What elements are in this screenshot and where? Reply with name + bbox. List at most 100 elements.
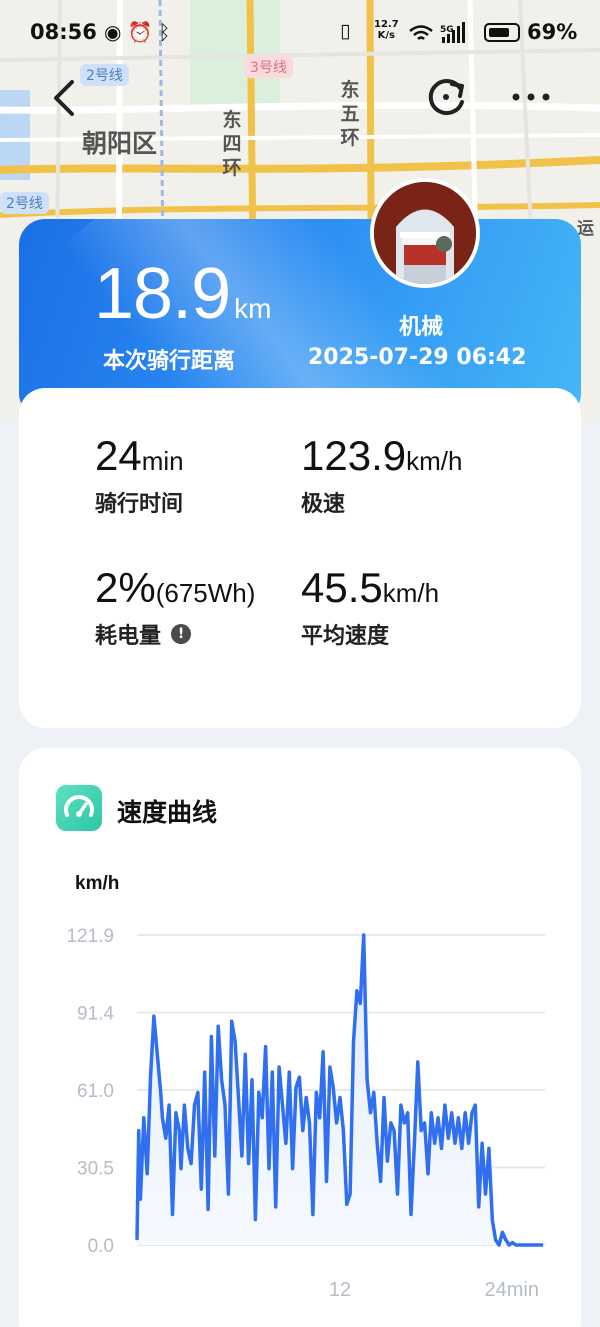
chart-data-point (194, 1104, 195, 1106)
chart-data-point (217, 1025, 219, 1027)
chart-data-point (397, 1193, 398, 1195)
chart-data-point (322, 1051, 324, 1053)
refresh-button[interactable] (424, 74, 470, 120)
map-metro-sign: 2号线 (0, 192, 49, 214)
chart-data-point (288, 1071, 290, 1073)
chart-data-point (380, 1180, 382, 1182)
battery-percent: 69% (527, 20, 578, 44)
chart-data-point (231, 1020, 233, 1022)
chart-data-point (471, 1112, 473, 1114)
chart-data-point (153, 1015, 155, 1017)
chart-data-point (532, 1244, 534, 1246)
map-metro-sign: 2号线 (80, 64, 129, 86)
chart-data-point (501, 1231, 503, 1233)
chart-data-point (146, 1173, 148, 1175)
chart-data-point (298, 1076, 300, 1078)
status-bar: 08:56 ◉⏰ᛒ ▯ 12.7 K/s 5G 69% (0, 0, 600, 64)
chart-data-point (386, 1160, 388, 1162)
speed-chart-card: 速度曲线 km/h 121.9 91.4 61.0 30.5 0.0 12 24min (19, 748, 581, 1327)
chevron-left-icon (54, 80, 74, 116)
chart-data-point (156, 1053, 158, 1055)
wifi-icon (409, 25, 433, 40)
more-button[interactable] (508, 84, 554, 110)
chart-data-point (464, 1112, 466, 1114)
chart-data-point (366, 1079, 368, 1081)
chart-data-point (261, 1117, 263, 1119)
chart-data-point (265, 1046, 267, 1048)
chart-y-tick-label: 61.0 (77, 1081, 114, 1102)
chart-data-point (454, 1142, 456, 1144)
chart-data-point (505, 1239, 507, 1241)
chart-data-point (413, 1142, 415, 1144)
avatar-image (374, 182, 476, 284)
chart-data-point (390, 1122, 392, 1124)
stat-label: 平均速度 (301, 624, 390, 649)
chart-data-point (437, 1117, 439, 1119)
chart-data-point (518, 1244, 520, 1246)
chart-data-point (190, 1163, 192, 1165)
chart-data-point (522, 1244, 524, 1246)
stat-label-row: 耗电量! (95, 618, 255, 650)
chart-data-point (180, 1168, 182, 1170)
rider-name: 机械 (399, 315, 444, 340)
chart-data-point (403, 1122, 405, 1124)
chart-data-point (474, 1104, 476, 1106)
stat-label: 耗电量 (95, 624, 162, 649)
stat-avg-speed: 45.5km/h 平均速度 (301, 564, 439, 650)
chart-data-point (424, 1122, 426, 1124)
stat-label: 极速 (301, 492, 346, 517)
eye-icon: ◉ (104, 20, 128, 44)
map-label: 运 (577, 219, 594, 239)
chart-data-point (282, 1104, 283, 1106)
distance-label: 本次骑行距离 (103, 349, 236, 374)
distance-number: 18.9 (94, 254, 231, 334)
chart-data-point (410, 1214, 412, 1215)
chart-data-point (529, 1244, 530, 1246)
chart-data-point (305, 1097, 307, 1098)
stat-unit: min (141, 446, 184, 476)
chart-data-point (207, 1208, 209, 1210)
chart-data-point (312, 1214, 314, 1215)
back-button[interactable] (48, 78, 82, 118)
chart-data-point (178, 1130, 180, 1132)
chart-data-point (329, 1066, 331, 1068)
status-time: 08:56 (30, 20, 97, 44)
more-dots-icon (512, 93, 550, 101)
map-ring-road-label: 东五环 (340, 79, 360, 149)
chart-data-point (346, 1203, 348, 1205)
chart-data-point (542, 1244, 544, 1246)
info-icon[interactable]: ! (171, 624, 192, 644)
chart-data-point (175, 1112, 177, 1114)
chart-data-point (161, 1117, 163, 1119)
chart-data-point (315, 1091, 317, 1093)
battery-icon (484, 23, 520, 42)
chart-data-point (244, 1053, 246, 1055)
stat-top-speed: 123.9km/h 极速 (301, 432, 462, 518)
chart-data-point (200, 1188, 202, 1190)
chart-data-point (434, 1142, 436, 1144)
chart-data-point (457, 1117, 459, 1119)
chart-data-point (168, 1104, 170, 1106)
chart-data-point (251, 1079, 253, 1081)
chart-data-point (478, 1206, 480, 1208)
chart-y-tick-label: 0.0 (88, 1236, 114, 1257)
stat-riding-time: 24min 骑行时间 (95, 432, 184, 518)
chart-data-point (427, 1173, 429, 1175)
chart-data-point (224, 1104, 226, 1106)
ride-stats-card: 24min 骑行时间 123.9km/h 极速 2%(675Wh) 耗电量! 4… (19, 388, 581, 728)
chart-data-point (227, 1193, 229, 1195)
chart-data-point (238, 1097, 239, 1098)
chart-data-point (160, 1091, 162, 1093)
chart-data-point (139, 1198, 141, 1200)
chart-data-point (336, 1122, 338, 1124)
chart-x-tick-label: 24min (485, 1279, 539, 1301)
chart-data-point (353, 1041, 354, 1043)
chart-data-point (420, 1130, 422, 1132)
chart-data-point (197, 1091, 199, 1093)
chart-data-point (373, 1091, 375, 1093)
bluetooth-icon: ᛒ (158, 20, 177, 44)
chart-data-point (447, 1137, 449, 1139)
chart-data-point (363, 934, 365, 936)
avatar[interactable] (370, 178, 480, 288)
chart-data-point (258, 1091, 260, 1093)
